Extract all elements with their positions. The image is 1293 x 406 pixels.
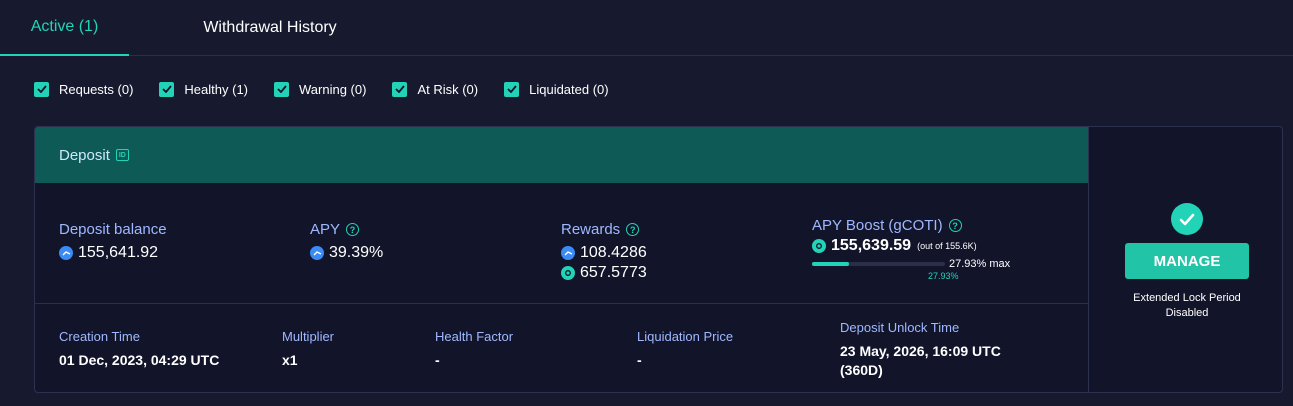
lock-period-note-line-2: Disabled bbox=[1165, 307, 1209, 319]
health-factor: Health Factor - bbox=[435, 329, 513, 370]
checkbox-checked-icon[interactable] bbox=[392, 81, 408, 97]
help-icon[interactable]: ? bbox=[626, 223, 640, 236]
apy-label: APY bbox=[310, 221, 341, 238]
health-factor-value: - bbox=[435, 352, 440, 368]
rewards-label: Rewards bbox=[561, 221, 621, 238]
health-factor-label: Health Factor bbox=[435, 329, 514, 344]
apy-value: 39.39% bbox=[329, 244, 384, 261]
rewards-label-row: Rewards ? bbox=[561, 221, 647, 238]
rewards-value-row-2: 657.5773 bbox=[561, 264, 647, 282]
deposit-balance-label: Deposit balance bbox=[59, 221, 167, 238]
checkbox-checked-icon[interactable] bbox=[274, 81, 289, 97]
multiplier: Multiplier x1 bbox=[282, 329, 334, 370]
creation-time-value: 01 Dec, 2023, 04:29 UTC bbox=[59, 352, 220, 368]
filter-label: Warning (0) bbox=[299, 81, 367, 97]
apy-boost-label: APY Boost (gCOTI) bbox=[812, 217, 943, 234]
filter-warning[interactable]: Warning (0) bbox=[274, 81, 367, 97]
rewards-value-coti: 108.4286 bbox=[580, 244, 647, 261]
deposit-unlock-date: 23 May, 2026, 16:09 UTC bbox=[840, 343, 1001, 359]
deposit-balance-value: 155,641.92 bbox=[78, 244, 159, 261]
card-title: Deposit bbox=[59, 146, 110, 164]
apy-boost-progress-row: 27.93% max bbox=[812, 258, 1010, 270]
filter-label: Healthy (1) bbox=[184, 81, 248, 97]
coti-token-icon bbox=[59, 246, 73, 260]
deposit-unlock-duration: (360D) bbox=[840, 362, 883, 378]
apy-boost-value: 155,639.59 bbox=[831, 237, 912, 254]
gcoti-token-icon bbox=[561, 266, 575, 280]
card-header: Deposit ID bbox=[35, 127, 1088, 183]
filter-healthy[interactable]: Healthy (1) bbox=[159, 81, 248, 97]
lock-period-note-line-1: Extended Lock Period bbox=[1133, 292, 1241, 304]
lock-period-note: Extended Lock Period Disabled bbox=[1089, 291, 1282, 321]
apy-boost: APY Boost (gCOTI) ? 155,639.59 (out of 1… bbox=[812, 217, 1010, 281]
card-metrics: Deposit balance 155,641.92 APY ? 39.39% … bbox=[35, 183, 1088, 304]
rewards-value-row-1: 108.4286 bbox=[561, 244, 647, 262]
check-circle-icon bbox=[1171, 203, 1203, 235]
creation-time-label: Creation Time bbox=[59, 329, 140, 344]
deposit-card: Deposit ID Deposit balance 155,641.92 AP… bbox=[34, 126, 1283, 393]
apy-boost-progress-bar bbox=[812, 262, 945, 266]
deposit-unlock-time: Deposit Unlock Time 23 May, 2026, 16:09 … bbox=[840, 320, 1001, 380]
checkbox-checked-icon[interactable] bbox=[504, 81, 520, 97]
apy-boost-label-row: APY Boost (gCOTI) ? bbox=[812, 217, 1010, 234]
status-filters: Requests (0) Healthy (1) Warning (0) At … bbox=[34, 80, 635, 98]
page: Active (1) Withdrawal History Requests (… bbox=[0, 0, 1293, 406]
tab-bar: Active (1) Withdrawal History bbox=[0, 0, 1293, 56]
tab-withdrawal-history[interactable]: Withdrawal History bbox=[170, 0, 370, 56]
deposit-balance-value-row: 155,641.92 bbox=[59, 244, 167, 262]
filter-requests[interactable]: Requests (0) bbox=[34, 81, 134, 97]
deposit-unlock-time-value: 23 May, 2026, 16:09 UTC (360D) bbox=[840, 342, 1001, 380]
gcoti-token-icon bbox=[812, 239, 826, 253]
multiplier-label: Multiplier bbox=[282, 329, 335, 344]
coti-token-icon bbox=[310, 246, 324, 260]
multiplier-value: x1 bbox=[282, 352, 298, 368]
checkbox-checked-icon[interactable] bbox=[159, 81, 175, 97]
rewards: Rewards ? 108.4286 657.5773 bbox=[561, 221, 647, 282]
rewards-value-gcoti: 657.5773 bbox=[580, 264, 647, 281]
apy: APY ? 39.39% bbox=[310, 221, 383, 262]
apy-label-row: APY ? bbox=[310, 221, 383, 238]
card-actions: MANAGE Extended Lock Period Disabled bbox=[1088, 127, 1282, 392]
checkbox-checked-icon[interactable] bbox=[34, 81, 49, 97]
help-icon[interactable]: ? bbox=[346, 223, 360, 236]
id-icon[interactable]: ID bbox=[115, 149, 129, 161]
liquidation-price-value: - bbox=[637, 352, 642, 368]
liquidation-price-label: Liquidation Price bbox=[637, 329, 734, 344]
filter-liquidated[interactable]: Liquidated (0) bbox=[504, 81, 609, 97]
apy-boost-out-of: (out of 155.6K) bbox=[917, 241, 977, 251]
apy-value-row: 39.39% bbox=[310, 244, 383, 262]
deposit-balance: Deposit balance 155,641.92 bbox=[59, 221, 167, 262]
creation-time: Creation Time 01 Dec, 2023, 04:29 UTC bbox=[59, 329, 219, 370]
apy-boost-max: 27.93% max bbox=[949, 258, 1011, 270]
filter-at-risk[interactable]: At Risk (0) bbox=[392, 81, 479, 97]
liquidation-price: Liquidation Price - bbox=[637, 329, 733, 370]
tab-active[interactable]: Active (1) bbox=[0, 0, 129, 56]
card-details: Creation Time 01 Dec, 2023, 04:29 UTC Mu… bbox=[35, 305, 1088, 392]
manage-button[interactable]: MANAGE bbox=[1125, 243, 1249, 279]
apy-boost-percent: 27.93% bbox=[928, 271, 959, 281]
filter-label: Liquidated (0) bbox=[529, 81, 609, 97]
filter-label: Requests (0) bbox=[59, 81, 134, 97]
filter-label: At Risk (0) bbox=[417, 81, 479, 97]
apy-boost-progress-fill bbox=[812, 262, 850, 266]
apy-boost-value-row: 155,639.59 (out of 155.6K) bbox=[812, 237, 1010, 255]
help-icon[interactable]: ? bbox=[948, 219, 962, 232]
coti-token-icon bbox=[561, 246, 575, 260]
deposit-unlock-time-label: Deposit Unlock Time bbox=[840, 320, 960, 335]
